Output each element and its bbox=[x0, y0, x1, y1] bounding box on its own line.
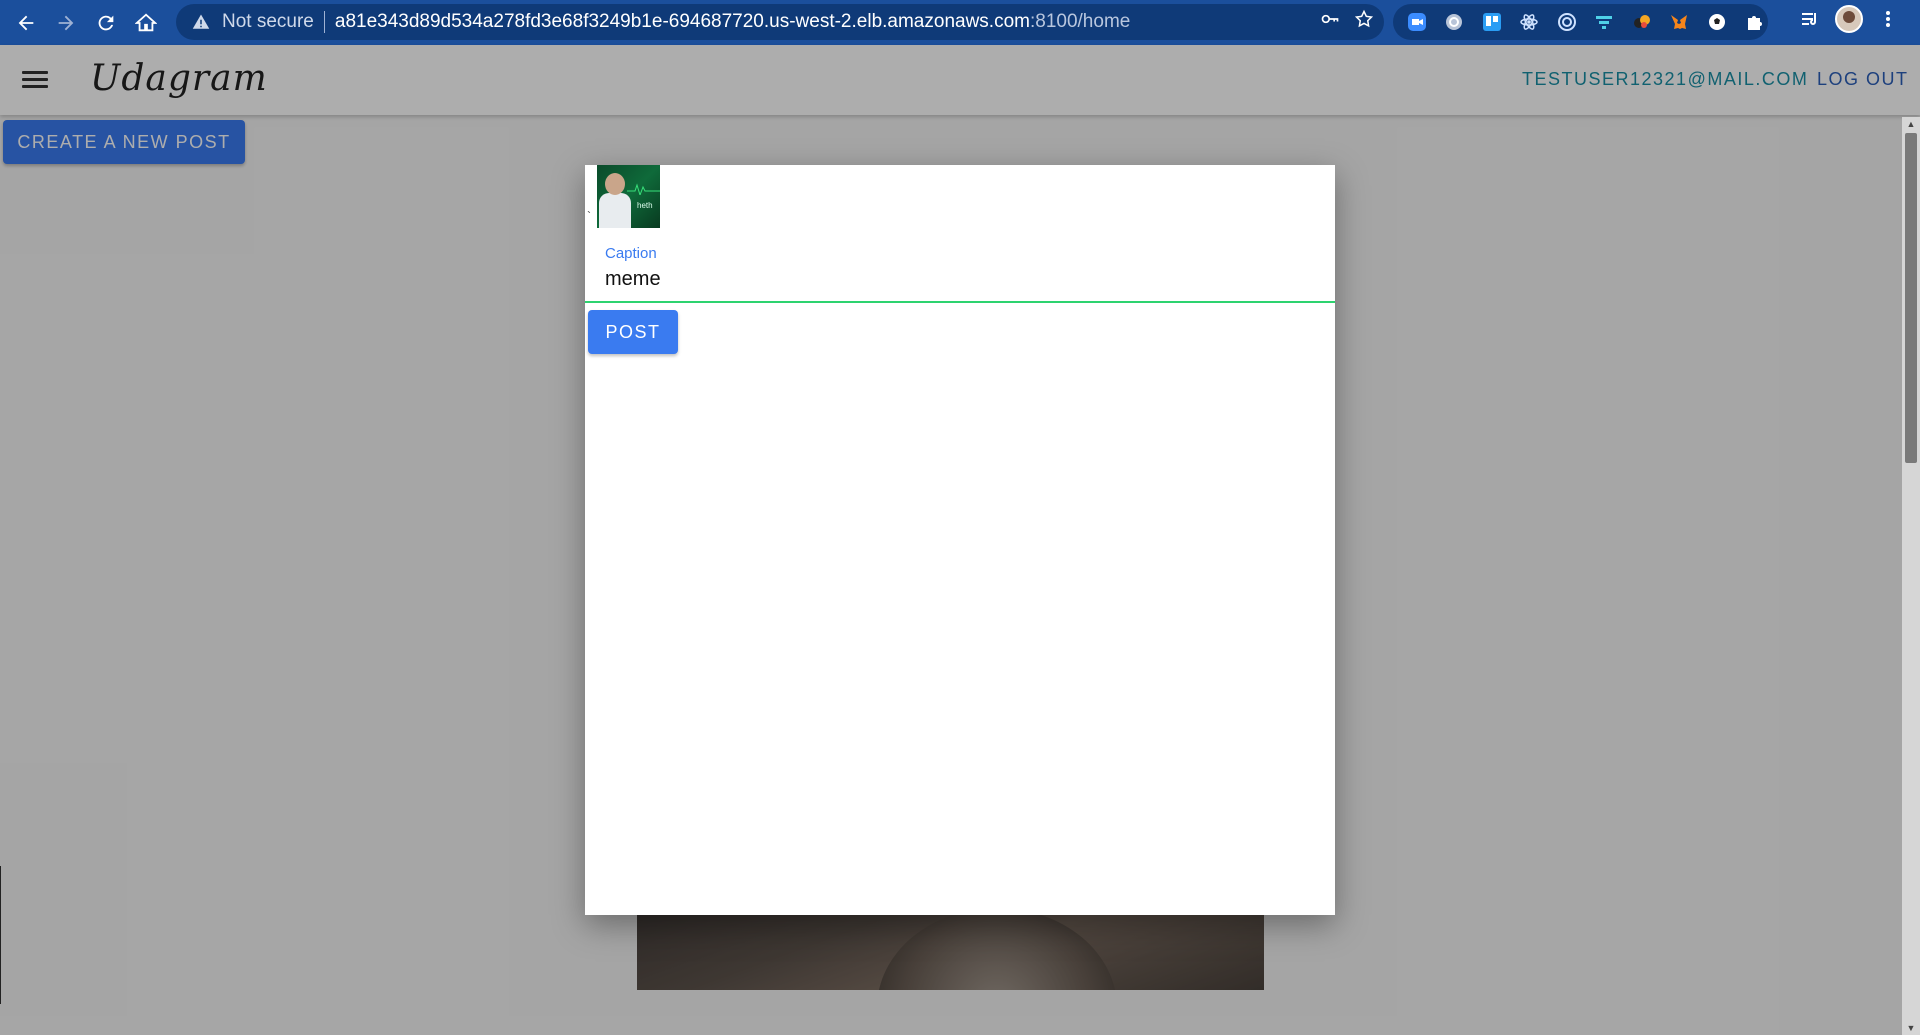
puzzle-icon[interactable] bbox=[1741, 7, 1769, 37]
reload-icon[interactable] bbox=[86, 3, 126, 43]
image-preview: heth bbox=[597, 165, 660, 228]
media-queue-icon[interactable] bbox=[1795, 4, 1825, 34]
post-button[interactable]: POST bbox=[588, 310, 678, 354]
soccer-extension-icon[interactable] bbox=[1703, 7, 1731, 37]
address-bar[interactable]: Not secure a81e343d89d534a278fd3e68f3249… bbox=[176, 4, 1384, 40]
browser-toolbar: Not secure a81e343d89d534a278fd3e68f3249… bbox=[0, 0, 1920, 45]
scroll-thumb[interactable] bbox=[1905, 133, 1917, 463]
scroll-down-icon[interactable]: ▼ bbox=[1902, 1021, 1920, 1035]
balls-extension-icon[interactable] bbox=[1628, 7, 1656, 37]
caption-label: Caption bbox=[605, 245, 657, 262]
divider bbox=[323, 11, 325, 33]
caption-input-underline bbox=[585, 301, 1335, 303]
preview-marker: ` bbox=[587, 209, 591, 223]
filter-extension-icon[interactable] bbox=[1591, 7, 1619, 37]
metamask-extension-icon[interactable] bbox=[1666, 7, 1694, 37]
browser-actions bbox=[1795, 4, 1903, 34]
page-scrollbar[interactable]: ▲ ▼ bbox=[1902, 117, 1920, 1035]
url-host[interactable]: a81e343d89d534a278fd3e68f3249b1e-6946877… bbox=[335, 11, 1030, 33]
react-extension-icon[interactable] bbox=[1516, 7, 1544, 37]
profile-avatar[interactable] bbox=[1835, 5, 1863, 33]
trello-extension-icon[interactable] bbox=[1478, 7, 1506, 37]
preview-figure bbox=[599, 193, 631, 228]
preview-figure-head bbox=[605, 173, 625, 195]
warning-icon bbox=[192, 12, 212, 32]
forward-icon[interactable] bbox=[46, 3, 86, 43]
extensions-bar bbox=[1393, 4, 1768, 40]
zoom-extension-icon[interactable] bbox=[1403, 7, 1431, 37]
key-icon[interactable] bbox=[1320, 9, 1340, 35]
security-status[interactable]: Not secure bbox=[222, 11, 314, 33]
scroll-up-icon[interactable]: ▲ bbox=[1902, 117, 1920, 131]
more-menu-icon[interactable] bbox=[1873, 4, 1903, 34]
power-extension-icon[interactable] bbox=[1441, 7, 1469, 37]
caption-input[interactable]: meme bbox=[605, 268, 661, 291]
home-icon[interactable] bbox=[126, 3, 166, 43]
star-icon[interactable] bbox=[1354, 9, 1374, 35]
new-post-modal: ` heth Caption meme POST bbox=[585, 165, 1335, 915]
back-icon[interactable] bbox=[6, 3, 46, 43]
heartbeat-icon bbox=[627, 183, 660, 195]
preview-image-text: heth bbox=[637, 201, 653, 210]
url-path[interactable]: :8100/home bbox=[1030, 11, 1130, 33]
divider bbox=[0, 866, 1, 1004]
target-extension-icon[interactable] bbox=[1553, 7, 1581, 37]
